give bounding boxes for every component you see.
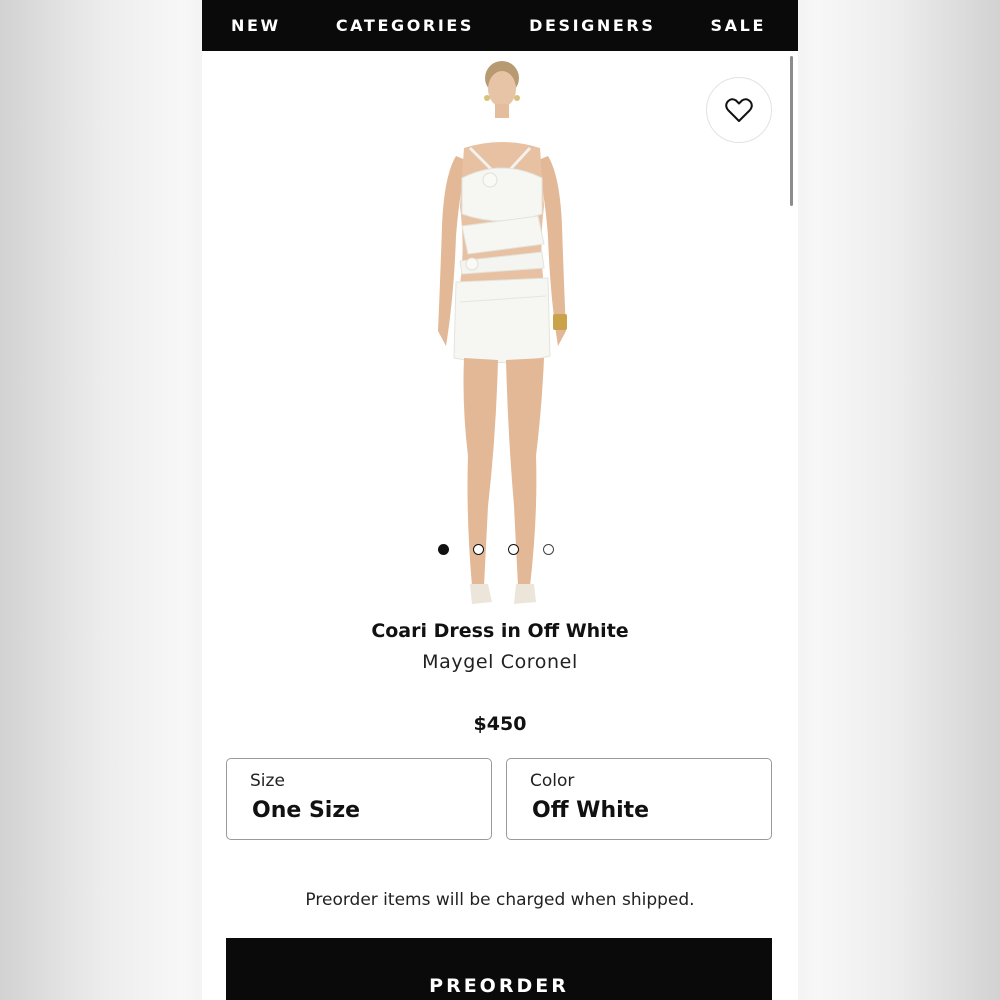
image-dot-4[interactable]: [543, 544, 554, 555]
preorder-button-label: PREORDER: [429, 975, 569, 997]
heart-icon: [725, 98, 753, 122]
image-dot-2[interactable]: [473, 544, 484, 555]
image-pagination: [438, 544, 554, 555]
size-selector[interactable]: Size One Size: [226, 758, 492, 840]
product-image[interactable]: [398, 56, 608, 608]
scrollbar[interactable]: [790, 56, 793, 206]
product-price: $450: [473, 713, 527, 735]
color-label: Color: [530, 771, 575, 791]
nav-designers[interactable]: DESIGNERS: [529, 16, 655, 35]
nav-sale[interactable]: SALE: [711, 16, 766, 35]
nav-categories[interactable]: CATEGORIES: [336, 16, 474, 35]
top-navigation: NEW CATEGORIES DESIGNERS SALE: [202, 0, 798, 51]
preorder-button[interactable]: PREORDER: [226, 938, 772, 1000]
nav-new[interactable]: NEW: [231, 16, 281, 35]
size-value: One Size: [252, 798, 361, 823]
color-value: Off White: [532, 798, 650, 823]
product-brand[interactable]: Maygel Coronel: [202, 651, 798, 673]
preorder-notice: Preorder items will be charged when ship…: [305, 890, 695, 910]
color-selector[interactable]: Color Off White: [506, 758, 772, 840]
size-label: Size: [250, 771, 285, 791]
image-dot-1[interactable]: [438, 544, 449, 555]
product-title: Coari Dress in Off White: [371, 620, 629, 642]
product-page: NEW CATEGORIES DESIGNERS SALE Coari Dres…: [202, 0, 798, 1000]
wishlist-button[interactable]: [706, 77, 772, 143]
image-dot-3[interactable]: [508, 544, 519, 555]
